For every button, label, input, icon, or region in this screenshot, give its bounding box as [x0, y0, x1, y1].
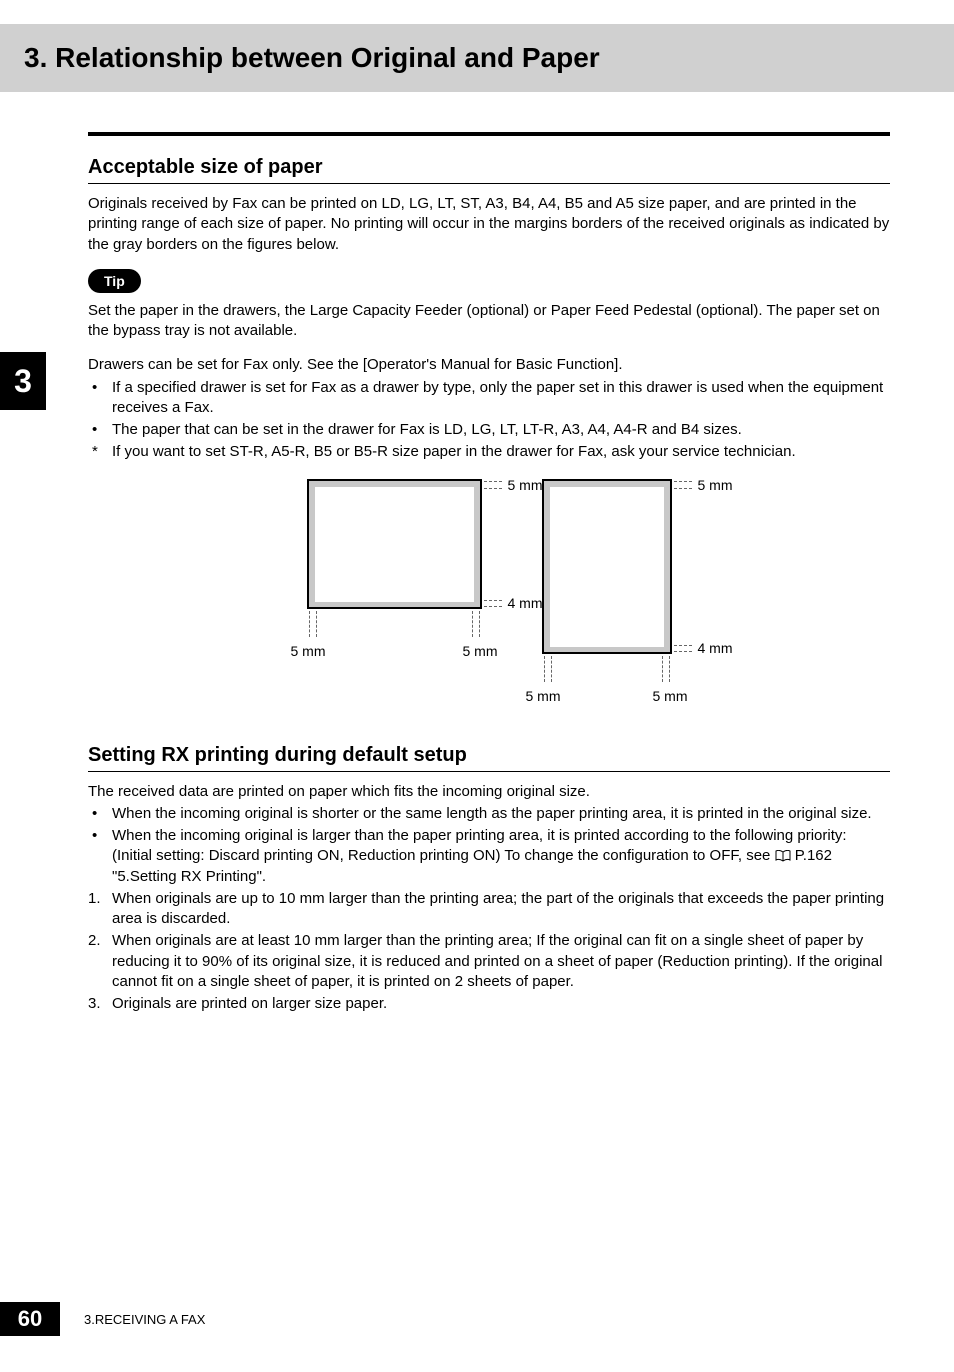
- dim-right: 5 mm: [653, 688, 688, 704]
- dim-top: 5 mm: [508, 477, 543, 493]
- figure-landscape-box: 5 mm 4 mm: [307, 479, 482, 609]
- figure-portrait-box: 5 mm 4 mm: [542, 479, 672, 654]
- section1-intro: Originals received by Fax can be printed…: [88, 194, 890, 255]
- page-number: 60: [0, 1302, 60, 1336]
- book-icon: [775, 850, 791, 862]
- section-divider-thin: [88, 771, 890, 772]
- list-item: 2.When originals are at least 10 mm larg…: [88, 931, 890, 992]
- list-item-text: If a specified drawer is set for Fax as …: [112, 379, 883, 416]
- chapter-header: 3. Relationship between Original and Pap…: [0, 24, 954, 92]
- section2-title: Setting RX printing during default setup: [88, 744, 890, 767]
- section-divider-thin: [88, 183, 890, 184]
- dim-left: 5 mm: [526, 688, 561, 704]
- chapter-tab-number: 3: [14, 363, 32, 400]
- list-item: 3.Originals are printed on larger size p…: [88, 994, 890, 1014]
- margin-figures: 5 mm 4 mm 5 mm 5 mm 5 mm: [88, 479, 890, 704]
- list-item: •When the incoming original is shorter o…: [88, 804, 890, 824]
- page-footer: 60 3.RECEIVING A FAX: [0, 1302, 954, 1336]
- section2-bullets: •When the incoming original is shorter o…: [88, 804, 890, 887]
- list-item: 1.When originals are up to 10 mm larger …: [88, 889, 890, 930]
- list-item-text: Originals are printed on larger size pap…: [112, 995, 387, 1012]
- drawers-text: Drawers can be set for Fax only. See the…: [88, 355, 890, 375]
- list-item-text: When originals are at least 10 mm larger…: [112, 932, 882, 990]
- chapter-title: 3. Relationship between Original and Pap…: [24, 42, 930, 74]
- list-item: •The paper that can be set in the drawer…: [88, 420, 890, 440]
- list-item: *If you want to set ST-R, A5-R, B5 or B5…: [88, 442, 890, 462]
- section-divider-thick: [88, 132, 890, 136]
- section2-numbered: 1.When originals are up to 10 mm larger …: [88, 889, 890, 1015]
- dim-right: 5 mm: [463, 643, 498, 659]
- dim-top: 5 mm: [698, 477, 733, 493]
- dim-bottom: 4 mm: [508, 595, 543, 611]
- dim-below-row: 5 mm 5 mm: [307, 643, 482, 659]
- list-item-text: If you want to set ST-R, A5-R, B5 or B5-…: [112, 443, 796, 460]
- chapter-tab: 3: [0, 352, 46, 410]
- section1-title: Acceptable size of paper: [88, 156, 890, 179]
- list-item: •If a specified drawer is set for Fax as…: [88, 378, 890, 419]
- list-item-text: When the incoming original is larger tha…: [112, 827, 847, 864]
- list-item-text: When originals are up to 10 mm larger th…: [112, 890, 884, 927]
- tip-badge: Tip: [88, 269, 141, 293]
- list-item-text: When the incoming original is shorter or…: [112, 805, 872, 822]
- figure-landscape: 5 mm 4 mm 5 mm 5 mm: [307, 479, 482, 704]
- section2-intro: The received data are printed on paper w…: [88, 782, 890, 802]
- list-item-text: The paper that can be set in the drawer …: [112, 421, 742, 438]
- figure-portrait: 5 mm 4 mm 5 mm 5 mm: [542, 479, 672, 704]
- dim-below-row: 5 mm 5 mm: [542, 688, 672, 704]
- footer-chapter-label: 3.RECEIVING A FAX: [84, 1312, 205, 1327]
- section1-bullets: •If a specified drawer is set for Fax as…: [88, 378, 890, 463]
- dim-left: 5 mm: [291, 643, 326, 659]
- dim-bottom: 4 mm: [698, 640, 733, 656]
- page-number-text: 60: [18, 1306, 42, 1332]
- tip-text: Set the paper in the drawers, the Large …: [88, 301, 890, 342]
- list-item: •When the incoming original is larger th…: [88, 826, 890, 887]
